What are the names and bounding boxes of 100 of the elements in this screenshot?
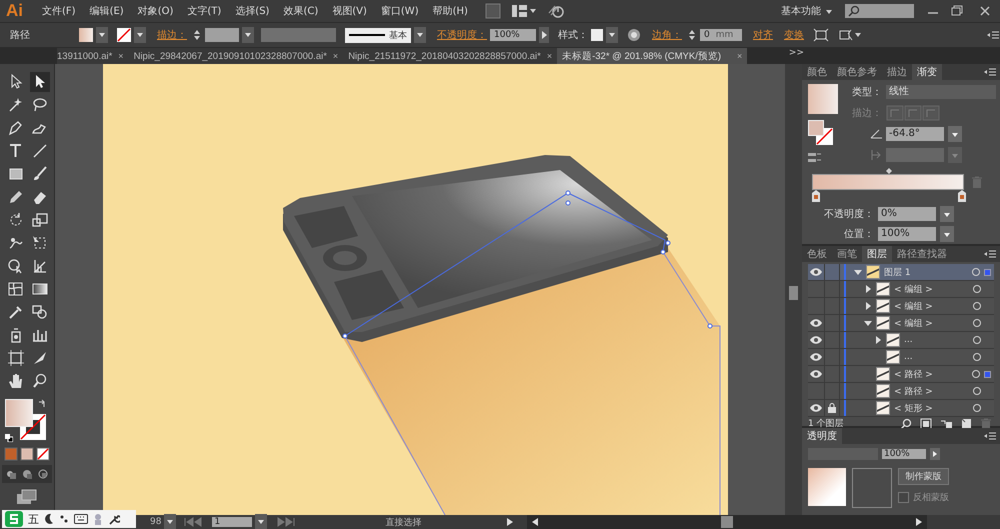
document-tab[interactable]: Nipic_29842067_20190910102328807000.ai* × <box>128 48 344 64</box>
fill-stroke-swatch-icon[interactable] <box>808 120 834 146</box>
workspace-label[interactable]: 基本功能 <box>781 4 821 18</box>
globe-icon[interactable] <box>627 28 641 42</box>
layer-row[interactable]: < 路径 > <box>808 366 994 383</box>
fill-swatch-icon[interactable] <box>79 28 93 42</box>
layer-row[interactable]: < 矩形 > <box>808 400 994 417</box>
corner-radius-field[interactable]: 0 mm <box>700 29 742 41</box>
new-layer-icon[interactable] <box>960 418 972 430</box>
gradient-swatch-icon[interactable] <box>20 447 34 461</box>
eye-icon[interactable] <box>810 319 822 327</box>
panel-tab[interactable]: 路径查找器 <box>892 246 952 262</box>
eye-icon[interactable] <box>810 353 822 361</box>
collapsed-triangle-icon[interactable] <box>864 285 872 293</box>
make-mask-button[interactable]: 制作蒙版 <box>898 468 949 485</box>
visibility-toggle[interactable] <box>808 332 825 348</box>
vertical-scrollbar[interactable] <box>785 64 802 515</box>
fill-dropdown[interactable] <box>96 27 108 43</box>
document-tab[interactable]: 未标题-32* @ 201.98% (CMYK/预览) × <box>557 48 748 64</box>
panel-tab[interactable]: 颜色 <box>802 64 832 80</box>
menu-item[interactable]: 文件(F) <box>35 4 83 18</box>
arrow-left-icon[interactable] <box>531 517 540 527</box>
layer-row[interactable]: ... <box>808 332 994 349</box>
opacity-field[interactable]: 100% <box>882 449 926 459</box>
panel-menu-icon[interactable] <box>984 250 996 258</box>
document-tab[interactable]: 13911000.ai* × <box>57 48 129 64</box>
panel-menu-icon[interactable] <box>986 30 1000 40</box>
stroke-weight-field[interactable] <box>205 28 239 42</box>
solid-color-icon[interactable] <box>4 447 18 461</box>
draw-inside-icon[interactable] <box>36 467 50 481</box>
visibility-toggle[interactable] <box>808 315 825 331</box>
panel-menu-icon[interactable] <box>984 432 996 440</box>
color-stop-icon[interactable] <box>812 190 820 202</box>
panel-tab[interactable]: 图层 <box>862 246 892 262</box>
corner-link[interactable]: 边角： <box>652 28 682 42</box>
eye-icon[interactable] <box>810 370 822 378</box>
layer-row[interactable]: < 编组 > <box>808 281 994 298</box>
none-swatch-icon[interactable] <box>36 447 50 461</box>
search-icon[interactable] <box>900 418 912 430</box>
sync-icon[interactable] <box>546 3 565 19</box>
target-circle-icon[interactable] <box>970 369 981 379</box>
input-method-logo-icon[interactable] <box>5 511 23 527</box>
target-circle-icon[interactable] <box>972 335 982 345</box>
panel-tab[interactable]: 色板 <box>802 246 832 262</box>
input-mode-label[interactable]: 五 <box>28 512 39 526</box>
menu-item[interactable]: 窗口(W) <box>374 4 426 18</box>
transform-link[interactable]: 变换 <box>784 28 804 42</box>
wrench-icon[interactable] <box>108 513 120 525</box>
caret-icon[interactable] <box>940 226 954 242</box>
menu-item[interactable]: 帮助(H) <box>426 4 475 18</box>
isolate-menu-icon[interactable] <box>838 28 862 42</box>
panel-tab[interactable]: 描边 <box>882 64 912 80</box>
artboard-dropdown[interactable] <box>255 514 268 529</box>
scroll-thumb[interactable] <box>789 286 798 300</box>
keyboard-icon[interactable] <box>74 514 88 524</box>
clipping-mask-icon[interactable] <box>920 418 932 430</box>
target-circle-icon[interactable] <box>972 386 982 396</box>
opacity-link[interactable]: 不透明度： <box>437 28 487 42</box>
tab-close-button[interactable]: × <box>737 51 742 61</box>
punctuation-icon[interactable] <box>59 513 69 525</box>
opacity-field[interactable]: 100% <box>490 29 536 41</box>
search-field[interactable] <box>845 4 914 18</box>
collapsed-triangle-icon[interactable] <box>874 336 882 344</box>
tabs-overflow-button[interactable]: >> <box>782 48 810 64</box>
arrow-right-icon[interactable] <box>506 517 514 527</box>
visibility-toggle[interactable] <box>808 264 825 280</box>
tab-close-button[interactable]: × <box>118 51 124 61</box>
visibility-toggle[interactable] <box>808 349 825 365</box>
target-circle-icon[interactable] <box>972 301 982 311</box>
eye-icon[interactable] <box>810 404 822 412</box>
isolate-icon[interactable] <box>813 28 829 42</box>
no-stroke-swatch-icon[interactable] <box>117 28 131 42</box>
swap-arrow-icon[interactable] <box>37 399 48 409</box>
layer-row[interactable]: ... <box>808 349 994 366</box>
horizontal-scrollbar[interactable] <box>527 515 928 529</box>
reverse-gradient-icon[interactable] <box>808 152 822 164</box>
stepper-icon[interactable] <box>687 28 697 42</box>
caret-icon[interactable] <box>948 126 962 142</box>
layer-row[interactable]: < 编组 > <box>808 298 994 315</box>
layer-row[interactable]: 图层 1 <box>808 264 994 281</box>
color-stop-icon[interactable] <box>958 190 966 202</box>
menu-item[interactable]: 对象(O) <box>130 4 180 18</box>
tab-close-button[interactable]: × <box>332 51 338 61</box>
moon-icon[interactable] <box>44 513 54 525</box>
expanded-triangle-icon[interactable] <box>864 319 872 327</box>
style-swatch[interactable] <box>591 29 603 41</box>
panel-tab[interactable]: 颜色参考 <box>832 64 882 80</box>
visibility-toggle[interactable] <box>808 366 825 382</box>
target-circle-icon[interactable] <box>972 403 982 413</box>
variable-width-field[interactable] <box>261 28 336 42</box>
stop-opacity-field[interactable]: 0% <box>878 207 936 221</box>
angle-field[interactable]: -64.8° <box>886 127 944 141</box>
layout-grid-icon[interactable] <box>510 3 537 19</box>
gradient-type-dropdown[interactable]: 线性 <box>886 85 996 99</box>
stroke-style-field[interactable]: 基本 <box>345 28 411 42</box>
eye-icon[interactable] <box>810 336 822 344</box>
fill-swatch-icon[interactable] <box>5 399 34 427</box>
document-tab[interactable]: Nipic_21511972_20180403202828857000.ai* × <box>343 48 558 64</box>
stop-location-field[interactable]: 100% <box>878 227 936 241</box>
screen-mode-icon[interactable] <box>16 489 38 505</box>
